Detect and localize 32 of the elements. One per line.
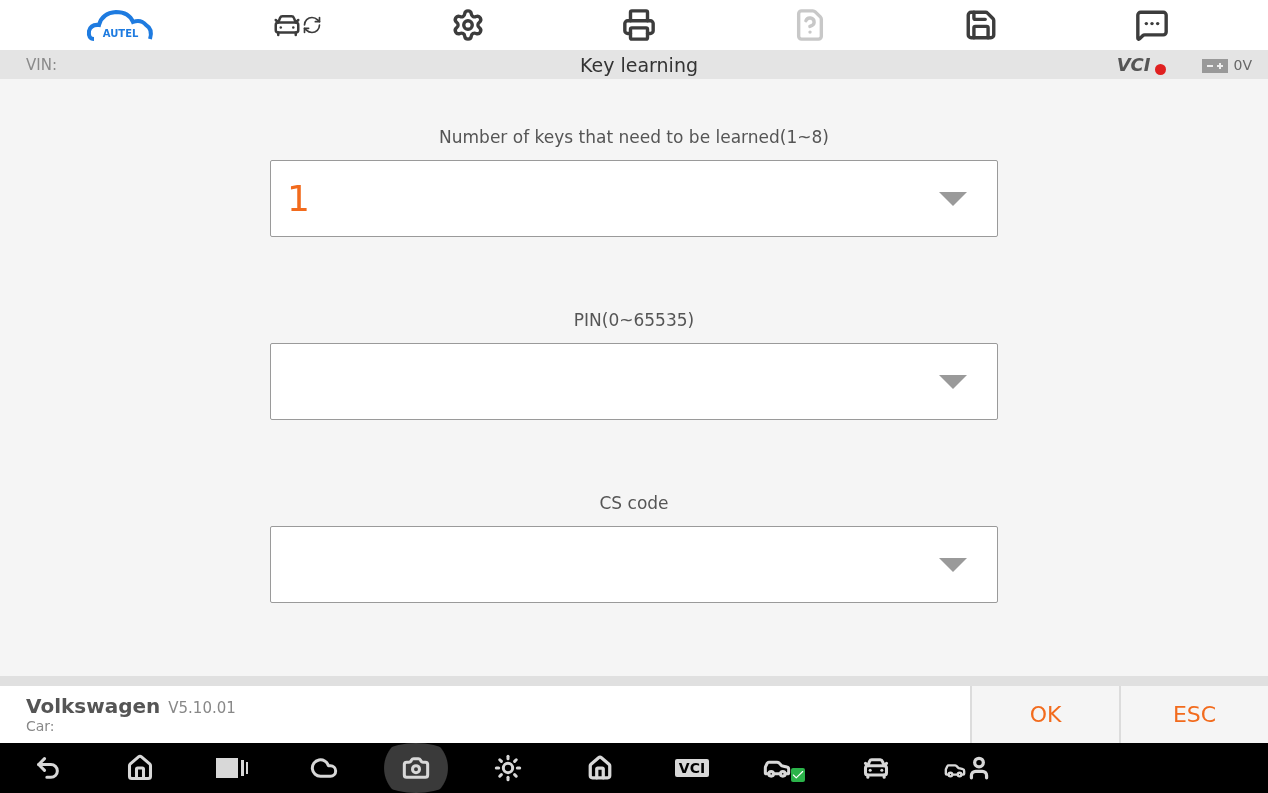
camera-icon	[402, 754, 430, 782]
dropdown-field[interactable]	[270, 343, 998, 420]
house-icon	[587, 755, 613, 781]
vehicle-make: Volkswagen	[26, 694, 161, 718]
battery-icon	[1201, 56, 1228, 73]
brightness-icon	[494, 754, 522, 782]
chat-icon	[1135, 8, 1170, 43]
settings-icon	[450, 8, 485, 43]
dropdown-field[interactable]	[270, 526, 998, 603]
caret-icon	[939, 191, 967, 206]
caret-icon	[939, 557, 967, 572]
autel-logo[interactable]: AUTEL	[85, 5, 156, 46]
software-version: V5.10.01	[168, 699, 236, 717]
dropdown-field[interactable]: 1	[270, 160, 998, 237]
footer-button[interactable]: OK	[970, 686, 1119, 743]
car-label: Car:	[26, 718, 56, 734]
disconnected-icon	[1154, 64, 1166, 76]
voltage-reading: 0V	[1233, 56, 1252, 73]
field-label: PIN(0~65535)	[573, 310, 695, 330]
vin-label: VIN:	[26, 55, 58, 74]
caret-icon	[939, 374, 967, 389]
nav-button[interactable]: VCI	[646, 743, 738, 793]
recent-apps-icon	[214, 756, 250, 780]
vci-icon: VCI	[674, 759, 710, 777]
vci-status: VCI	[1116, 54, 1152, 76]
printer-icon	[622, 8, 656, 43]
home-icon	[126, 754, 154, 782]
field-label: CS code	[599, 493, 669, 513]
page-title: Key learning	[579, 53, 699, 76]
footer-button[interactable]: ESC	[1119, 686, 1268, 743]
back-icon	[34, 754, 62, 782]
field-label: Number of keys that need to be learned(1~8)	[439, 127, 829, 147]
